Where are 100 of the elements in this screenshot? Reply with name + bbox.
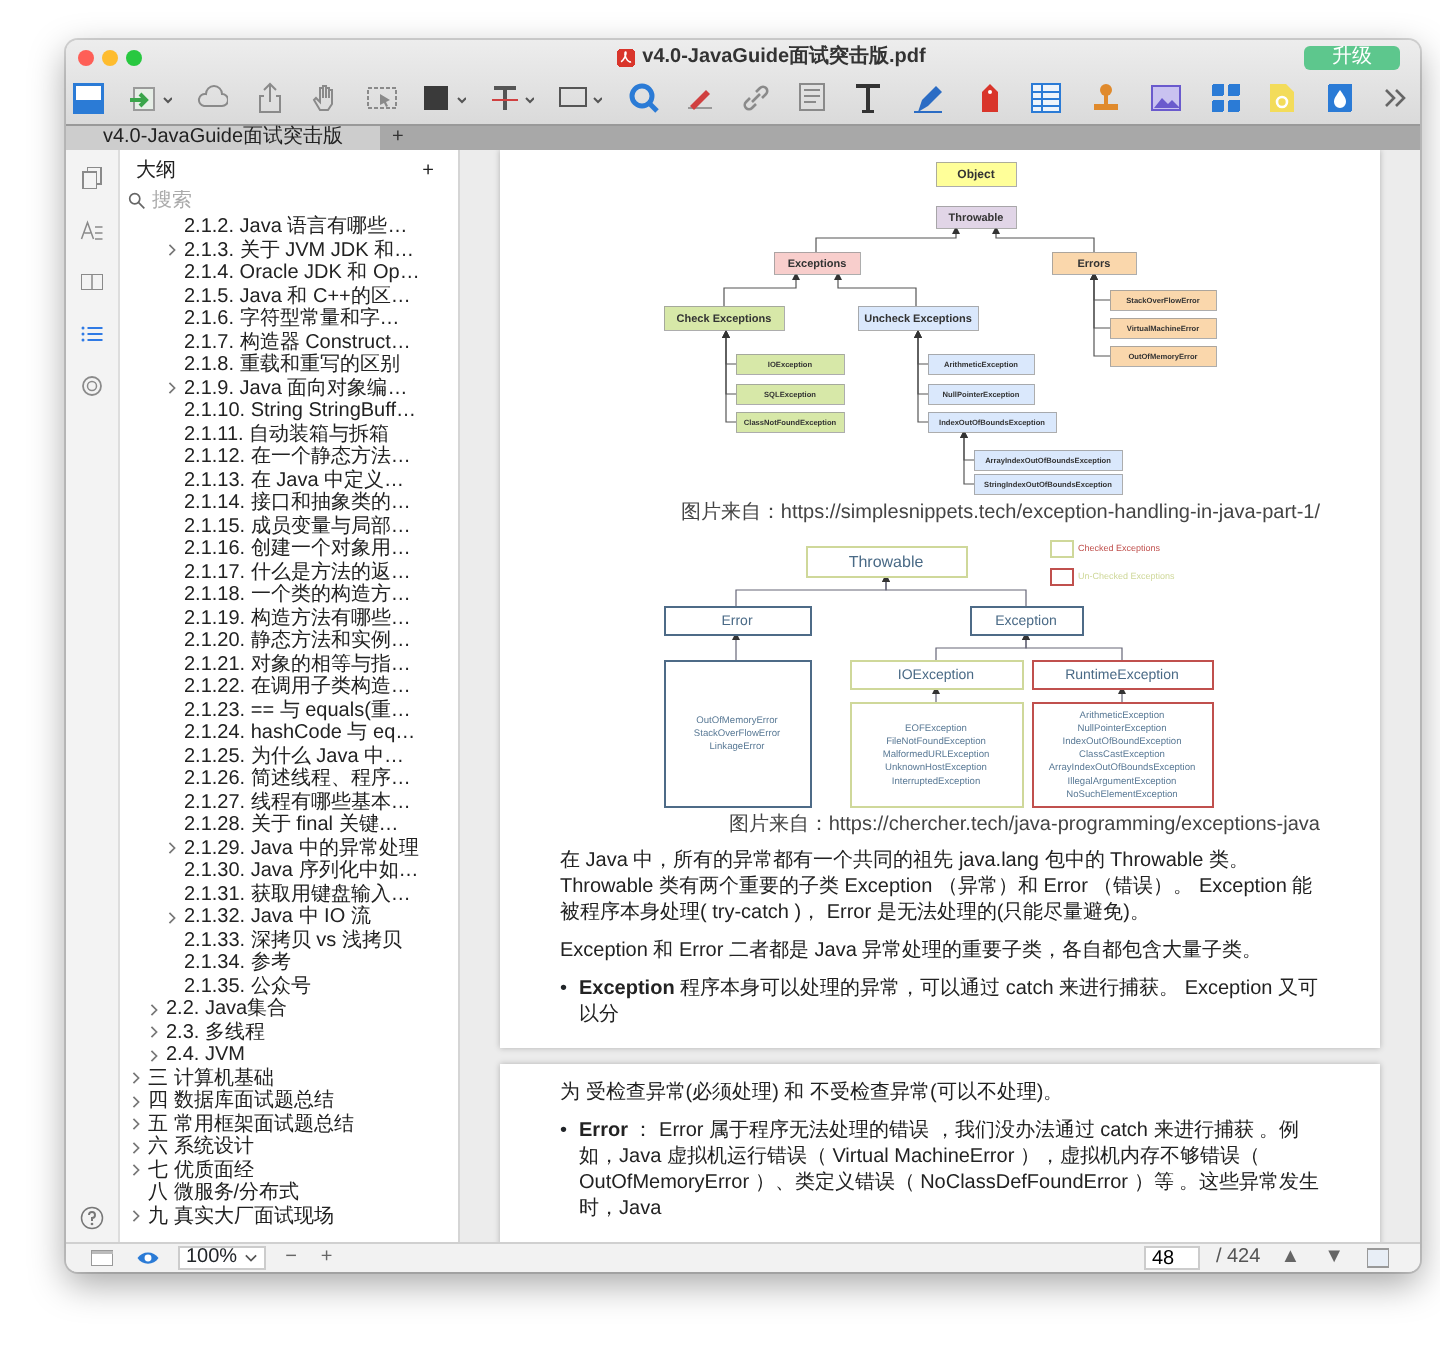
- link-icon[interactable]: [739, 82, 772, 114]
- next-page-button[interactable]: ▼: [1320, 1246, 1348, 1270]
- outline-item[interactable]: 九 真实大厂面试现场: [148, 1205, 334, 1228]
- new-tab-button[interactable]: +: [380, 126, 416, 150]
- outline-item[interactable]: 2.3. 多线程: [166, 1021, 265, 1044]
- outline-item[interactable]: 2.1.20. 静态方法和实例…: [184, 630, 411, 653]
- insert-page-icon[interactable]: [128, 82, 173, 114]
- connector-arrow: [992, 226, 1095, 253]
- outline-item[interactable]: 2.1.29. Java 中的异常处理: [184, 837, 419, 860]
- outline-item[interactable]: 四 数据库面试题总结: [148, 1090, 334, 1113]
- text-icon[interactable]: [80, 218, 104, 242]
- table-icon[interactable]: [1029, 82, 1066, 114]
- chevron-icon[interactable]: [166, 909, 178, 926]
- outline-item[interactable]: 2.1.12. 在一个静态方法…: [184, 446, 411, 469]
- window-title: v4.0-JavaGuide面试突击版.pdf: [642, 46, 926, 70]
- outline-item[interactable]: 2.1.19. 构造方法有哪些…: [184, 607, 411, 630]
- outline-item[interactable]: 2.1.7. 构造器 Construct…: [184, 331, 411, 354]
- help-icon[interactable]: [80, 1206, 104, 1230]
- outline-item[interactable]: 2.1.31. 获取用键盘输入…: [184, 883, 411, 906]
- outline-item[interactable]: 2.1.21. 对象的相等与指…: [184, 653, 411, 676]
- bullet-marker: •: [560, 976, 568, 1004]
- search-icon: [128, 192, 146, 210]
- zoom-in-button[interactable]: +: [316, 1246, 337, 1270]
- chevron-icon[interactable]: [130, 1208, 142, 1225]
- chevron-icon[interactable]: [166, 242, 178, 259]
- outline-item[interactable]: 2.1.23. == 与 equals(重…: [184, 699, 411, 722]
- paragraph: 为 受检查异常(必须处理) 和 不受检查异常(可以不处理)。: [560, 1080, 1066, 1106]
- outline-item[interactable]: 2.1.16. 创建一个对象用…: [184, 538, 411, 561]
- connector-arrow: [732, 632, 740, 661]
- chevron-icon[interactable]: [166, 380, 178, 397]
- outline-item[interactable]: 2.1.3. 关于 JVM JDK 和…: [184, 239, 415, 262]
- page-view-icon[interactable]: [1364, 1246, 1392, 1270]
- outline-item[interactable]: 八 微服务/分布式: [148, 1182, 300, 1205]
- pdf-app-icon: [616, 48, 637, 68]
- outline-item[interactable]: 2.1.30. Java 序列化中如…: [184, 860, 419, 883]
- zoom-select[interactable]: 100%: [178, 1246, 266, 1270]
- zoom-out-button[interactable]: −: [281, 1246, 301, 1270]
- add-button[interactable]: +: [422, 160, 434, 184]
- previous-page-button[interactable]: ▲: [1276, 1246, 1305, 1270]
- outline-item[interactable]: 七 优质面经: [148, 1159, 254, 1182]
- outline-item[interactable]: 2.1.14. 接口和抽象类的…: [184, 492, 411, 515]
- sidebar-view-icon[interactable]: [72, 82, 104, 114]
- text-style-icon[interactable]: [490, 82, 535, 114]
- select-icon[interactable]: [365, 82, 398, 114]
- outline-item[interactable]: 2.1.24. hashCode 与 eq…: [184, 722, 416, 745]
- chevron-icon[interactable]: [166, 840, 178, 857]
- outline-item[interactable]: 2.1.10. String StringBuff…: [184, 400, 416, 423]
- outline-item[interactable]: 2.1.9. Java 面向对象编…: [184, 377, 408, 400]
- outline-item[interactable]: 2.1.5. Java 和 C++的区…: [184, 285, 411, 308]
- outline-item[interactable]: 2.1.4. Oracle JDK 和 Op…: [184, 262, 420, 285]
- fill-color-icon[interactable]: [422, 82, 467, 114]
- connector-arrow: [723, 272, 800, 307]
- outline-item[interactable]: 2.2. Java集合: [166, 998, 288, 1021]
- note-icon[interactable]: [796, 82, 829, 114]
- sidebar-toggle-icon[interactable]: [86, 1246, 118, 1270]
- outline-item[interactable]: 五 常用框架面试题总结: [148, 1113, 354, 1136]
- paragraph: 在 Java 中，所有的异常都有一个共同的祖先 java.lang 包中的 Throwable 类。 Throwable 类有两个重要的子类 Exception （异常）和 Error （错误）。 Exception 能被程序本身处理( try-catch )， Error 是无法处理的(只能尽量避免)。: [560, 848, 1315, 926]
- book-icon[interactable]: [80, 270, 104, 294]
- close-button[interactable]: [78, 50, 94, 66]
- outline-item[interactable]: 2.1.25. 为什么 Java 中…: [184, 745, 405, 768]
- page-count: / 424: [1215, 1246, 1261, 1270]
- outline-item[interactable]: 2.1.35. 公众号: [184, 975, 311, 998]
- outline-item[interactable]: 2.1.6. 字符型常量和字…: [184, 308, 400, 331]
- magnifier-icon[interactable]: [627, 82, 660, 114]
- outline-item[interactable]: 2.1.18. 一个类的构造方…: [184, 584, 411, 607]
- connector-arrow: [932, 686, 940, 703]
- outline-item[interactable]: 2.1.8. 重载和重写的区别: [184, 354, 400, 377]
- share-icon[interactable]: [253, 82, 286, 114]
- eye-icon[interactable]: [134, 1246, 162, 1270]
- outline-item[interactable]: 2.1.27. 线程有哪些基本…: [184, 791, 411, 814]
- outline-item[interactable]: 2.1.32. Java 中 IO 流: [184, 906, 371, 929]
- outline-item[interactable]: 2.1.33. 深拷贝 vs 浅拷贝: [184, 929, 402, 952]
- outline-item[interactable]: 六 系统设计: [148, 1136, 254, 1159]
- outline-item[interactable]: 2.4. JVM: [166, 1044, 245, 1067]
- image-icon[interactable]: [1150, 82, 1187, 114]
- outline-item[interactable]: 三 计算机基础: [148, 1067, 274, 1090]
- grid-icon[interactable]: [1210, 82, 1243, 114]
- drop-icon[interactable]: [1323, 82, 1356, 114]
- search-field[interactable]: 搜索: [152, 189, 392, 213]
- page-number-field[interactable]: 48: [1143, 1246, 1200, 1270]
- ring-icon[interactable]: [80, 374, 104, 398]
- connector-arrow: [1118, 686, 1126, 703]
- outline-item[interactable]: 2.1.13. 在 Java 中定义…: [184, 469, 405, 492]
- connector-arrow: [834, 272, 917, 307]
- outline-item[interactable]: 2.1.2. Java 语言有哪些…: [184, 216, 408, 239]
- outline-item[interactable]: 2.1.26. 简述线程、程序…: [184, 768, 411, 791]
- outline-item[interactable]: 2.1.28. 关于 final 关键…: [184, 814, 399, 837]
- outline-item[interactable]: 2.1.15. 成员变量与局部…: [184, 515, 411, 538]
- outline-item[interactable]: 2.1.22. 在调用子类构造…: [184, 676, 411, 699]
- figure-caption: 图片来自：https://chercher.tech/java-programming/exceptions-java: [726, 814, 1320, 838]
- bullet-text: Error ： Error 属于程序无法处理的错误 ，我们没办法通过 catch 来进行捕获 。例如，Java 虚拟机运行错误（ Virtual MachineError ），虚拟机内存不够错误（ OutOfMemoryError ）、类定义错误（ NoClassDefFoundError ）等 。这些异常发生时，Java: [579, 1118, 1320, 1222]
- outline-item[interactable]: 2.1.17. 什么是方法的返…: [184, 561, 411, 584]
- bullet-marker: •: [560, 1118, 568, 1146]
- outline-icon[interactable]: [80, 322, 104, 346]
- outline-item[interactable]: 2.1.34. 参考: [184, 952, 291, 975]
- pages-icon[interactable]: [80, 166, 104, 190]
- connector-arrow: [1022, 632, 1123, 661]
- paragraph: Exception 和 Error 二者都是 Java 异常处理的重要子类，各自都包含大量子类。: [560, 938, 1265, 964]
- outline-item[interactable]: 2.1.11. 自动装箱与拆箱: [184, 423, 390, 446]
- document-tab[interactable]: v4.0-JavaGuide面试突击版: [66, 126, 380, 150]
